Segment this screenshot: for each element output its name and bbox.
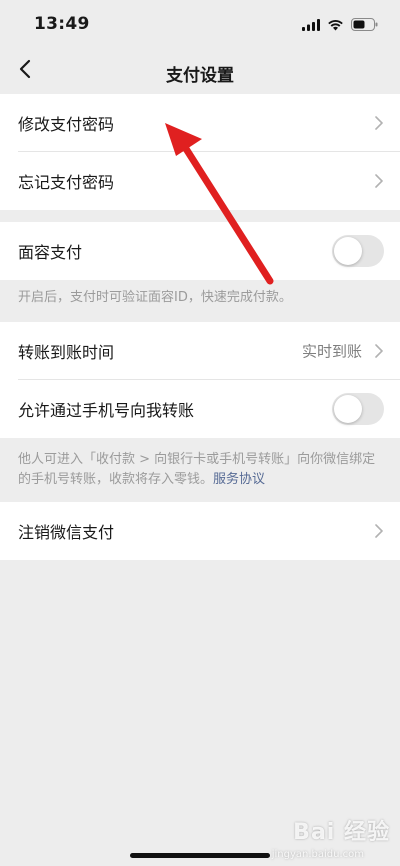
home-indicator	[130, 853, 270, 858]
forgot-password-item[interactable]: 忘记支付密码	[0, 152, 400, 210]
watermark-url: jingyan.baidu.com	[271, 849, 364, 860]
wifi-icon	[327, 16, 344, 35]
arrival-time-value: 实时到账	[301, 342, 362, 361]
change-password-label: 修改支付密码	[18, 115, 115, 134]
toggle-knob	[334, 395, 362, 423]
signal-icon	[302, 16, 320, 35]
transfer-hint: 他人可进入「收付款 > 向银行卡或手机号转账」向你微信绑定的手机号转账，收款将存…	[18, 450, 382, 490]
phone-transfer-item: 允许通过手机号向我转账	[0, 380, 400, 438]
chevron-right-icon	[374, 173, 384, 189]
chevron-right-icon	[374, 343, 384, 359]
face-pay-group: 面容支付	[0, 222, 400, 280]
arrival-time-label: 转账到账时间	[18, 343, 115, 362]
toggle-knob	[334, 237, 362, 265]
chevron-right-icon	[374, 115, 384, 131]
status-bar: 13:49	[0, 0, 400, 48]
change-password-item[interactable]: 修改支付密码	[0, 94, 400, 152]
chevron-right-icon	[374, 523, 384, 539]
face-pay-hint: 开启后，支付时可验证面容ID，快速完成付款。	[18, 290, 292, 305]
transfer-group: 转账到账时间 实时到账 允许通过手机号向我转账	[0, 322, 400, 438]
cancel-wechat-pay-label: 注销微信支付	[18, 523, 115, 542]
service-agreement-link[interactable]: 服务协议	[213, 472, 265, 487]
status-time: 13:49	[34, 14, 90, 34]
page-title: 支付设置	[166, 66, 234, 86]
cancel-wechat-pay-item[interactable]: 注销微信支付	[0, 502, 400, 560]
face-pay-toggle[interactable]	[332, 235, 384, 267]
arrival-time-item[interactable]: 转账到账时间 实时到账	[0, 322, 400, 380]
face-pay-item: 面容支付	[0, 222, 400, 280]
status-icons	[302, 16, 378, 35]
forgot-password-label: 忘记支付密码	[18, 173, 115, 192]
password-group: 修改支付密码 忘记支付密码	[0, 94, 400, 210]
cancel-group: 注销微信支付	[0, 502, 400, 560]
watermark-logo: Bai 经验	[293, 820, 390, 845]
face-pay-label: 面容支付	[18, 243, 83, 262]
transfer-hint-text: 他人可进入「收付款 > 向银行卡或手机号转账」向你微信绑定的手机号转账，收款将存…	[18, 452, 376, 487]
phone-transfer-toggle[interactable]	[332, 393, 384, 425]
phone-transfer-label: 允许通过手机号向我转账	[18, 401, 195, 420]
battery-icon	[351, 16, 378, 35]
nav-bar: 支付设置	[0, 48, 400, 94]
